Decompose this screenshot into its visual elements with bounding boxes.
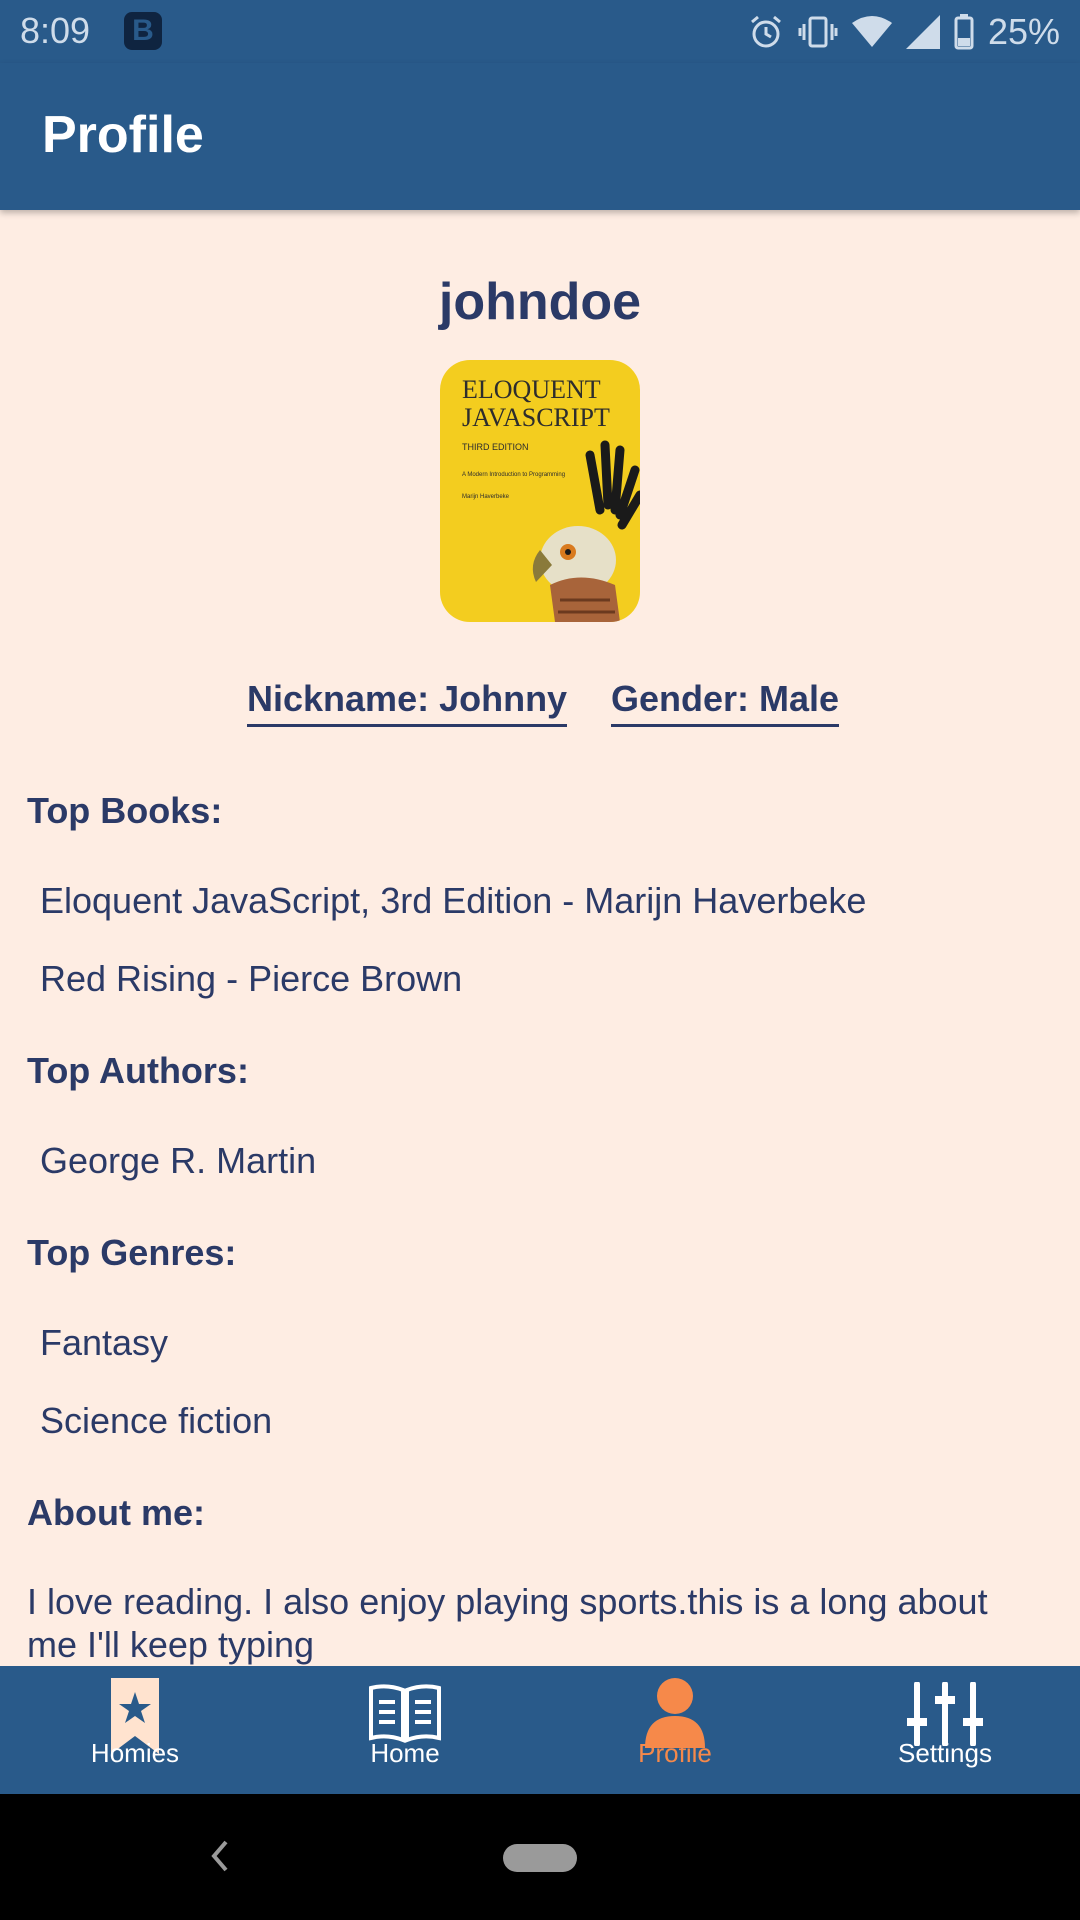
wifi-icon (851, 16, 892, 47)
nav-label: Homies (90, 1738, 180, 1768)
profile-content[interactable]: johndoe ELOQUENT JAVASCRIPT THIRD EDITIO… (0, 210, 1080, 1666)
sliders-icon (907, 1682, 983, 1746)
vibrate-icon (798, 16, 838, 48)
about-text: I love reading. I also enjoy playing spo… (27, 1581, 988, 1665)
svg-text:THIRD EDITION: THIRD EDITION (462, 442, 529, 452)
nav-item-homies[interactable]: Homies (0, 1666, 270, 1794)
home-pill-button[interactable] (503, 1844, 577, 1872)
nickname-chip[interactable]: Nickname: Johnny (247, 678, 568, 727)
svg-text:ELOQUENT: ELOQUENT (462, 375, 601, 404)
gender-chip[interactable]: Gender: Male (611, 678, 840, 727)
book-icon (369, 1684, 441, 1743)
top-books-heading: Top Books: (27, 790, 223, 831)
status-time: 8:09 (20, 10, 91, 51)
nav-label: Profile (638, 1738, 712, 1768)
signal-icon (905, 15, 940, 49)
battery-percent: 25% (987, 11, 1060, 52)
book-cover-image: ELOQUENT JAVASCRIPT THIRD EDITION A Mode… (440, 360, 640, 622)
battery-icon (954, 14, 974, 50)
list-item[interactable]: Fantasy (40, 1322, 168, 1364)
top-authors-heading: Top Authors: (27, 1050, 249, 1091)
status-bar: 8:09 B 25% (0, 0, 1080, 63)
nav-item-settings[interactable]: Settings (810, 1666, 1080, 1794)
page-title: Profile (42, 106, 204, 164)
alarm-icon (750, 15, 781, 48)
app-bar: Profile (0, 63, 1080, 210)
about-heading: About me: (27, 1492, 205, 1533)
svg-text:Marijn Haverbeke: Marijn Haverbeke (462, 494, 510, 500)
status-icons: 25% (748, 10, 1060, 54)
list-item[interactable]: George R. Martin (40, 1140, 316, 1182)
system-navigation-bar (0, 1794, 1080, 1920)
nav-label: Settings (898, 1738, 992, 1768)
top-genres-heading: Top Genres: (27, 1232, 237, 1273)
avatar[interactable]: ELOQUENT JAVASCRIPT THIRD EDITION A Mode… (440, 360, 640, 622)
svg-text:JAVASCRIPT: JAVASCRIPT (462, 403, 610, 432)
nav-item-profile[interactable]: Profile (540, 1666, 810, 1794)
svg-text:A Modern Introduction to Progr: A Modern Introduction to Programming (462, 472, 565, 478)
app-badge-icon: B (124, 12, 162, 50)
back-icon[interactable] (208, 1834, 232, 1878)
nav-item-home[interactable]: Home (270, 1666, 540, 1794)
list-item[interactable]: Science fiction (40, 1400, 272, 1442)
list-item[interactable]: Eloquent JavaScript, 3rd Edition - Marij… (40, 880, 866, 922)
username: johndoe (438, 273, 642, 331)
list-item[interactable]: Red Rising - Pierce Brown (40, 958, 462, 1000)
bottom-navigation: Homies Home Profile Settings (0, 1666, 1080, 1794)
nav-label: Home (370, 1738, 440, 1768)
